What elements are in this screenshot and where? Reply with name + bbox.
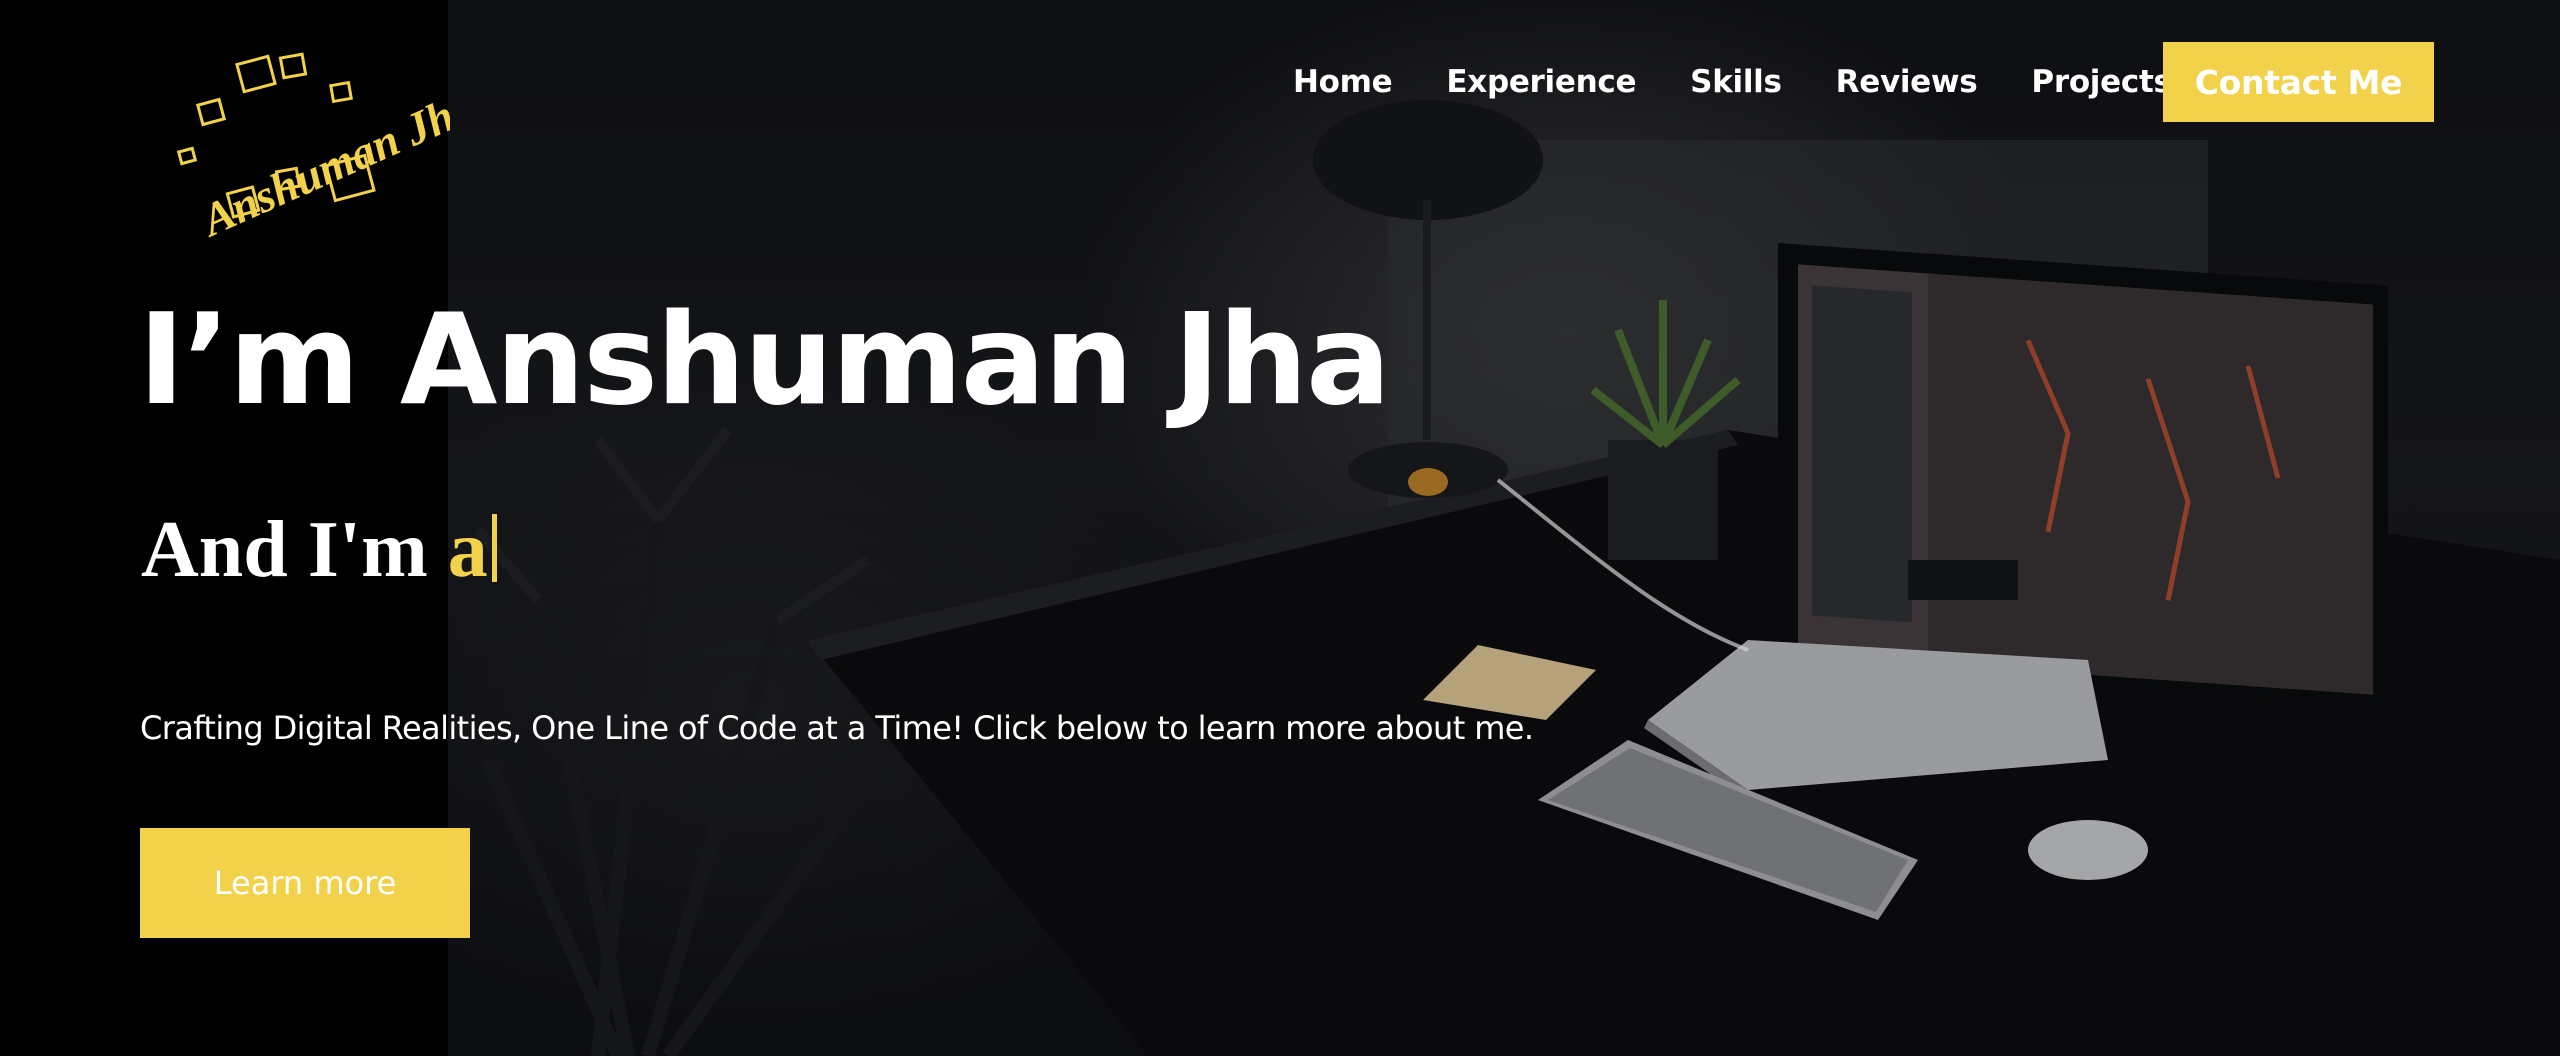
typed-role-text: a [447, 506, 488, 594]
main-nav: Home Experience Skills Reviews Projects [1293, 42, 2226, 122]
nav-home[interactable]: Home [1293, 64, 1393, 100]
desk-scene-illustration [474, 100, 2560, 1056]
hero-subhead: And I'm a [141, 500, 497, 600]
learn-more-button[interactable]: Learn more [140, 828, 470, 938]
subhead-prefix: And I'm [141, 506, 448, 594]
hero-tagline: Crafting Digital Realities, One Line of … [140, 709, 1534, 747]
hero-headline: I’m Anshuman Jha [138, 286, 1391, 433]
nav-experience[interactable]: Experience [1446, 64, 1636, 100]
nav-reviews[interactable]: Reviews [1836, 64, 1978, 100]
typing-cursor [491, 514, 497, 582]
site-logo[interactable]: Anshuman Jha [160, 40, 483, 247]
logo-cubes-icon: Anshuman Jha [176, 52, 483, 247]
logo-text: Anshuman Jha [192, 80, 450, 240]
background-desk-photo [448, 0, 2560, 1056]
hero-section: Anshuman Jha Home Experience Skills Revi… [0, 0, 2560, 1056]
nav-skills[interactable]: Skills [1690, 64, 1782, 100]
contact-me-button[interactable]: Contact Me [2163, 42, 2434, 122]
nav-projects[interactable]: Projects [2031, 64, 2172, 100]
